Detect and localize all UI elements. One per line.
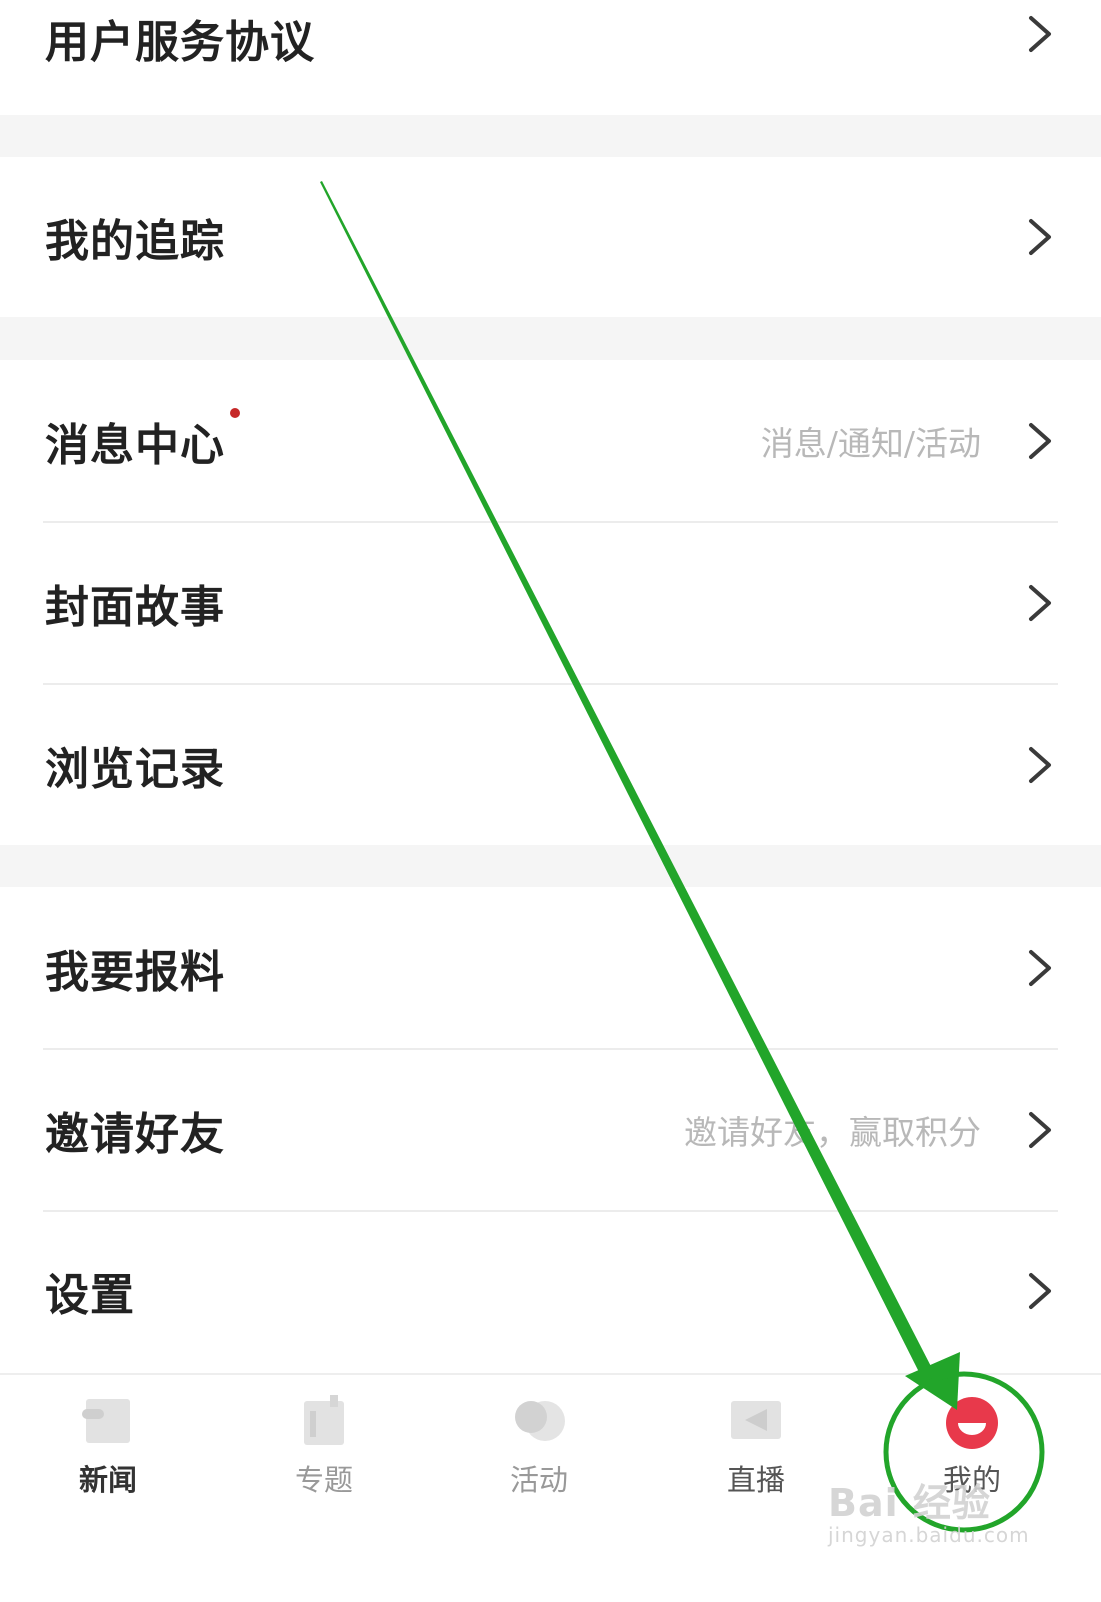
chevron-right-icon: [1029, 16, 1051, 52]
chevron-right-icon: [1029, 949, 1051, 986]
chevron-right-icon: [1029, 747, 1051, 783]
chevron-right-icon: [1029, 1273, 1051, 1309]
menu-item-label: 封面故事: [45, 582, 225, 633]
tab-activity[interactable]: 活动: [449, 1375, 629, 1602]
menu-item-settings[interactable]: 设置: [0, 1212, 1101, 1370]
unread-dot: [230, 408, 240, 418]
tab-label: 我的: [942, 1463, 1001, 1497]
menu-item-label: 我要报料: [45, 946, 225, 998]
menu-item-label: 浏览记录: [45, 744, 225, 795]
tab-label: 活动: [509, 1463, 568, 1497]
menu-item-my-tracking[interactable]: 我的追踪: [0, 157, 1101, 317]
chevron-right-icon: [1029, 585, 1051, 621]
section-gap: [0, 845, 1101, 887]
tab-label: 直播: [726, 1463, 785, 1497]
topic-icon: [304, 1395, 344, 1445]
chevron-right-icon: [1029, 1112, 1051, 1148]
menu-item-label: 邀请好友: [45, 1109, 225, 1160]
menu-item-label: 用户服务协议: [45, 17, 315, 68]
chevron-right-icon: [1029, 422, 1051, 459]
activity-icon: [515, 1401, 565, 1441]
menu-item-cover-story[interactable]: 封面故事: [0, 523, 1101, 683]
menu-item-report-news[interactable]: 我要报料: [0, 887, 1101, 1048]
live-icon: [731, 1401, 781, 1439]
menu-item-user-agreement[interactable]: 用户服务协议: [0, 0, 1101, 115]
menu-item-label: 我的追踪: [45, 216, 225, 267]
news-icon: [82, 1399, 130, 1443]
menu-item-history[interactable]: 浏览记录: [0, 685, 1101, 845]
tab-label: 新闻: [78, 1463, 137, 1497]
section-gap: [0, 115, 1101, 157]
menu-item-label: 消息中心: [45, 419, 225, 471]
bottom-tab-bar: 新闻 专题 活动 直播 我的: [0, 1373, 1101, 1600]
menu-item-invite-friends[interactable]: 邀请好友 邀请好友，赢取积分: [0, 1050, 1101, 1210]
chevron-right-icon: [1029, 219, 1051, 255]
tab-live[interactable]: 直播: [666, 1375, 846, 1602]
menu-item-message-center[interactable]: 消息中心 消息/通知/活动: [0, 360, 1101, 521]
tab-news[interactable]: 新闻: [18, 1375, 198, 1602]
menu-item-hint: 邀请好友，赢取积分: [684, 1113, 981, 1152]
menu-item-label: 设置: [45, 1270, 135, 1321]
tab-profile[interactable]: 我的: [882, 1375, 1062, 1602]
tab-label: 专题: [294, 1463, 353, 1497]
menu-item-hint: 消息/通知/活动: [760, 423, 981, 463]
section-gap: [0, 317, 1101, 360]
tab-topics[interactable]: 专题: [234, 1375, 414, 1602]
profile-icon: [946, 1397, 998, 1449]
